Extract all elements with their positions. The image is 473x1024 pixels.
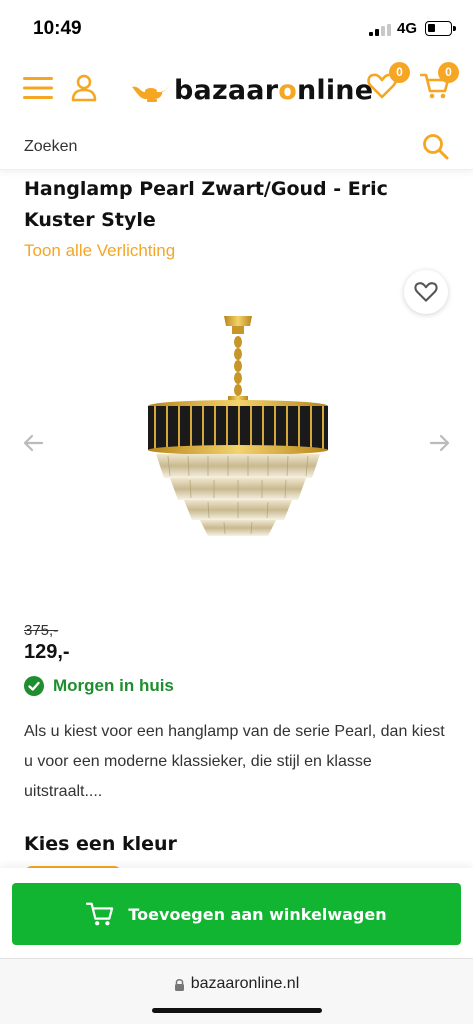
product-title: Hanglamp Pearl Zwart/Goud - Eric Kuster … xyxy=(24,178,388,231)
favorite-button[interactable] xyxy=(404,270,448,314)
signal-strength-icon xyxy=(369,24,391,36)
search-input[interactable] xyxy=(24,134,404,160)
url-text: bazaaronline.nl xyxy=(190,975,300,992)
old-price: 375,- xyxy=(24,622,59,639)
cart-icon xyxy=(86,902,114,926)
site-header: bazaaronline 0 0 xyxy=(0,58,473,118)
url-display[interactable]: bazaaronline.nl xyxy=(0,975,473,993)
delivery-text: Morgen in huis xyxy=(53,676,174,695)
color-section-heading: Kies een kleur xyxy=(24,833,177,855)
user-icon[interactable] xyxy=(71,74,97,102)
check-circle-icon xyxy=(24,676,44,696)
search-bar xyxy=(0,124,473,170)
battery-icon xyxy=(425,21,456,36)
menu-icon[interactable] xyxy=(22,74,54,102)
arrow-right-icon[interactable] xyxy=(429,432,451,454)
site-logo[interactable]: bazaaronline xyxy=(130,72,373,108)
arrow-left-icon[interactable] xyxy=(22,432,44,454)
current-price: 129,- xyxy=(24,641,70,663)
network-label: 4G xyxy=(397,20,418,37)
genie-lamp-logo-icon xyxy=(132,85,169,102)
logo-text: bazaaronline xyxy=(174,74,374,106)
status-bar: 10:49 4G xyxy=(0,0,473,58)
heart-icon xyxy=(414,282,438,302)
lock-icon xyxy=(174,978,184,991)
product-image[interactable] xyxy=(128,302,348,552)
wishlist-count-badge: 0 xyxy=(389,62,410,83)
browser-address-bar[interactable]: bazaaronline.nl xyxy=(0,958,473,1024)
product-description: Als u kiest voor een hanglamp van de ser… xyxy=(24,723,445,800)
add-to-cart-button[interactable]: Toevoegen aan winkelwagen xyxy=(12,883,461,945)
status-time: 10:49 xyxy=(33,18,82,39)
delivery-status: Morgen in huis xyxy=(24,676,174,696)
home-indicator[interactable] xyxy=(152,1008,322,1013)
category-link[interactable]: Toon alle Verlichting xyxy=(24,241,175,261)
search-icon[interactable] xyxy=(422,133,450,161)
add-to-cart-label: Toevoegen aan winkelwagen xyxy=(128,904,387,924)
cart-count-badge: 0 xyxy=(438,62,459,83)
